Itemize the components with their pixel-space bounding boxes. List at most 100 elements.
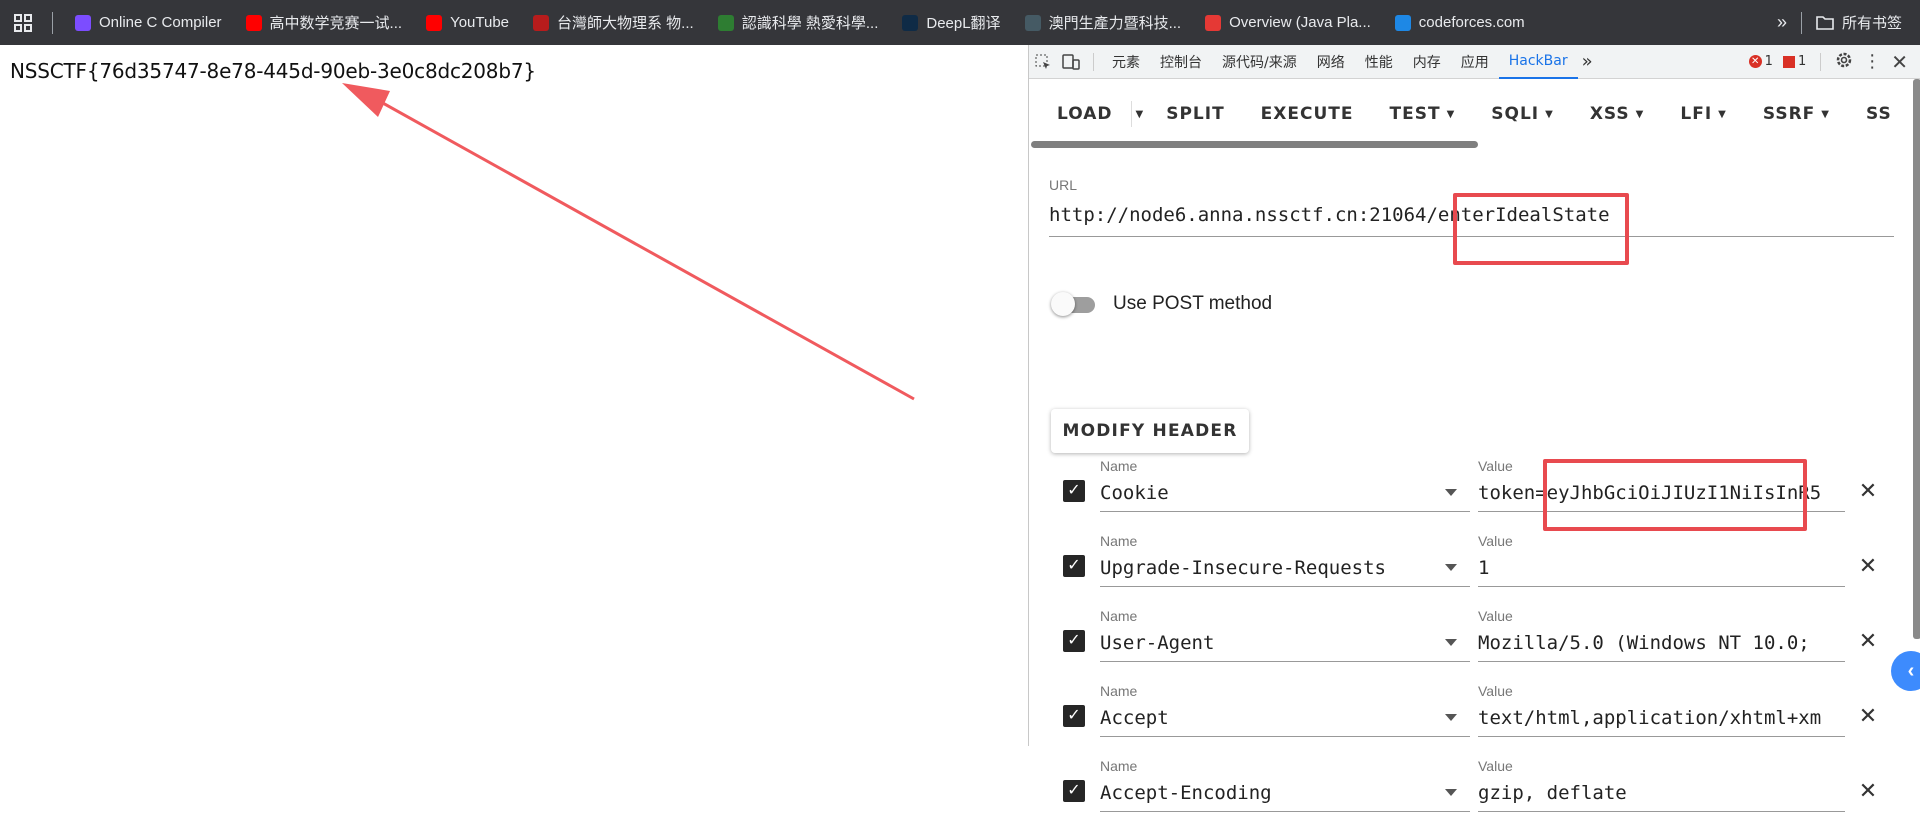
toggle-knob <box>1051 292 1075 316</box>
bookmark-item[interactable]: 認識科學 熱愛科學... <box>706 7 891 39</box>
bookmark-label: 認識科學 熱愛科學... <box>741 15 879 32</box>
bookmarks-overflow-icon[interactable]: » <box>1777 12 1787 33</box>
vertical-scrollbar[interactable] <box>1913 79 1920 639</box>
header-enabled-checkbox[interactable]: ✓ <box>1063 630 1085 652</box>
devtools-tab-bar: 元素 控制台 源代码/来源 网络 性能 内存 应用 HackBar » ✕ 1 … <box>1029 45 1920 79</box>
tab-performance[interactable]: 性能 <box>1355 45 1403 79</box>
header-value-label: Value <box>1478 683 1513 699</box>
header-name-dropdown-icon[interactable] <box>1445 789 1457 796</box>
header-row: ✓ Name User-Agent Value Mozilla/5.0 (Windows… <box>1029 608 1920 668</box>
header-value-input[interactable]: text/html,application/xhtml+xm <box>1478 701 1845 737</box>
tab-console[interactable]: 控制台 <box>1150 45 1212 79</box>
tab-hackbar[interactable]: HackBar <box>1498 45 1578 79</box>
kebab-menu-icon[interactable]: ⋮ <box>1863 51 1881 72</box>
header-name-input[interactable]: Upgrade-Insecure-Requests <box>1100 551 1470 587</box>
bookmark-label: 台灣師大物理系 物... <box>557 15 694 32</box>
toolbar-horizontal-scrollbar[interactable] <box>1031 141 1478 148</box>
remove-header-close-icon[interactable]: ✕ <box>1857 778 1879 803</box>
header-name-input[interactable]: Cookie <box>1100 476 1470 512</box>
issue-count-badge[interactable]: 1 <box>1782 54 1806 69</box>
header-name-dropdown-icon[interactable] <box>1445 714 1457 721</box>
header-enabled-checkbox[interactable]: ✓ <box>1063 555 1085 577</box>
header-name-label: Name <box>1100 533 1138 549</box>
remove-header-close-icon[interactable]: ✕ <box>1857 703 1879 728</box>
bookmark-item[interactable]: DeepL翻译 <box>890 7 1012 39</box>
header-enabled-checkbox[interactable]: ✓ <box>1063 780 1085 802</box>
ssrf-menu-label: SSRF <box>1762 104 1816 124</box>
bookmark-list: Online C Compiler 高中数学竞赛一试... YouTube 台灣師大物… <box>63 7 1537 39</box>
header-value-label: Value <box>1478 458 1513 474</box>
header-name-input[interactable]: Accept <box>1100 701 1470 737</box>
chevron-down-icon: ▼ <box>1635 108 1645 120</box>
bookmark-label: DeepL翻译 <box>926 15 1001 32</box>
header-name-label: Name <box>1100 683 1138 699</box>
execute-button[interactable]: EXECUTE <box>1243 94 1372 134</box>
ssrf-menu-button[interactable]: SSRF ▼ <box>1745 94 1848 134</box>
header-value-input[interactable]: gzip, deflate <box>1478 776 1845 812</box>
bookmark-favicon-icon <box>717 14 734 31</box>
settings-gear-icon[interactable] <box>1835 51 1853 73</box>
bookmark-item[interactable]: codeforces.com <box>1383 7 1537 39</box>
bookmark-label: YouTube <box>450 14 510 31</box>
bookmark-label: 高中数学竞赛一试... <box>269 15 403 32</box>
error-count: 1 <box>1764 54 1773 69</box>
tab-elements[interactable]: 元素 <box>1102 45 1150 79</box>
lfi-menu-button[interactable]: LFI ▼ <box>1662 94 1744 134</box>
header-name-dropdown-icon[interactable] <box>1445 489 1457 496</box>
close-devtools-icon[interactable]: ✕ <box>1891 50 1908 74</box>
header-name-label: Name <box>1100 458 1138 474</box>
bookmark-item[interactable]: YouTube <box>414 7 521 39</box>
xss-menu-label: XSS <box>1589 104 1630 124</box>
apps-grid-icon[interactable] <box>0 0 46 45</box>
hackbar-body: URL http://node6.anna.nssctf.cn:21064/en… <box>1029 149 1920 812</box>
tab-application[interactable]: 应用 <box>1451 45 1499 79</box>
header-name-label: Name <box>1100 608 1138 624</box>
devtools-tab-divider <box>1093 52 1094 71</box>
remove-header-close-icon[interactable]: ✕ <box>1857 553 1879 578</box>
tab-sources[interactable]: 源代码/来源 <box>1212 45 1307 79</box>
lfi-menu-label: LFI <box>1680 104 1713 124</box>
header-enabled-checkbox[interactable]: ✓ <box>1063 480 1085 502</box>
xss-menu-button[interactable]: XSS ▼ <box>1572 94 1663 134</box>
folder-icon <box>1816 16 1834 30</box>
annotation-arrow <box>342 83 915 401</box>
header-value-input[interactable]: 1 <box>1478 551 1845 587</box>
load-dropdown-caret-icon[interactable]: ▼ <box>1130 101 1149 127</box>
remove-header-close-icon[interactable]: ✕ <box>1857 478 1879 503</box>
bookmarks-bar: Online C Compiler 高中数学竞赛一试... YouTube 台灣師大物… <box>0 0 1920 45</box>
header-value-label: Value <box>1478 608 1513 624</box>
header-value-input[interactable]: Mozilla/5.0 (Windows NT 10.0; <box>1478 626 1845 662</box>
split-button[interactable]: SPLIT <box>1148 94 1242 134</box>
header-name-input[interactable]: Accept-Encoding <box>1100 776 1470 812</box>
bookmark-favicon-icon <box>245 14 262 31</box>
bookmark-favicon-icon <box>426 14 443 31</box>
all-bookmarks-button[interactable]: 所有书签 <box>1816 12 1902 33</box>
post-method-toggle[interactable] <box>1051 292 1097 316</box>
bookmark-item[interactable]: 高中数学竞赛一试... <box>234 7 415 39</box>
tab-memory[interactable]: 内存 <box>1403 45 1451 79</box>
bookmark-item[interactable]: Overview (Java Pla... <box>1193 7 1383 39</box>
ssti-menu-button[interactable]: SS <box>1848 94 1892 134</box>
more-tabs-icon[interactable]: » <box>1578 45 1597 79</box>
url-path-highlight-box <box>1453 193 1629 265</box>
header-name-dropdown-icon[interactable] <box>1445 564 1457 571</box>
error-count-badge[interactable]: ✕ 1 <box>1748 54 1773 69</box>
load-button[interactable]: LOAD <box>1039 94 1131 134</box>
header-name-dropdown-icon[interactable] <box>1445 639 1457 646</box>
inspect-element-icon[interactable] <box>1029 54 1057 70</box>
devtools-panel: 元素 控制台 源代码/来源 网络 性能 内存 应用 HackBar » ✕ 1 … <box>1028 45 1920 812</box>
test-menu-button[interactable]: TEST ▼ <box>1372 94 1474 134</box>
modify-header-button[interactable]: MODIFY HEADER <box>1051 409 1249 453</box>
bookmark-item[interactable]: 澳門生產力暨科技... <box>1013 7 1194 39</box>
page-content: NSSCTF{76d35747-8e78-445d-90eb-3e0c8dc20… <box>0 45 1028 746</box>
bookmark-item[interactable]: 台灣師大物理系 物... <box>521 7 706 39</box>
device-toolbar-icon[interactable] <box>1057 53 1085 70</box>
issue-flag-icon <box>1782 55 1795 68</box>
bookmark-item[interactable]: Online C Compiler <box>63 7 234 39</box>
header-enabled-checkbox[interactable]: ✓ <box>1063 705 1085 727</box>
remove-header-close-icon[interactable]: ✕ <box>1857 628 1879 653</box>
header-name-input[interactable]: User-Agent <box>1100 626 1470 662</box>
bookmark-favicon-icon <box>533 14 550 31</box>
sqli-menu-button[interactable]: SQLI ▼ <box>1473 94 1572 134</box>
tab-network[interactable]: 网络 <box>1307 45 1355 79</box>
